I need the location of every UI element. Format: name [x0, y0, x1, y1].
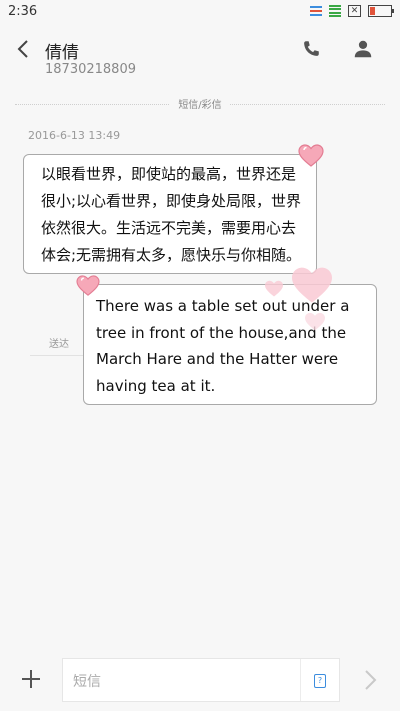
- contact-number: 18730218809: [45, 62, 136, 77]
- message-line: March Hare and the Hatter were: [96, 350, 339, 368]
- input-separator: [300, 659, 301, 701]
- no-sim-icon: ✕: [348, 5, 361, 17]
- notification-list-icon: [310, 6, 322, 16]
- incoming-message-bubble[interactable]: 以眼看世界，即使站的最高，世界还是 很小;以心看世界，即使身处局限，世界 依然很…: [23, 154, 317, 274]
- app-notification-icon: [329, 5, 341, 17]
- composer-bar: 短信 ?: [0, 655, 400, 711]
- message-timestamp: 2016-6-13 13:49: [28, 129, 121, 142]
- message-line: 以眼看世界，即使站的最高，世界还是: [41, 165, 297, 183]
- conversation-header: 倩倩 18730218809: [0, 24, 400, 88]
- back-arrow-icon[interactable]: [14, 38, 36, 60]
- send-icon[interactable]: [363, 669, 379, 691]
- phone-icon[interactable]: [300, 38, 322, 60]
- message-type-label: 短信/彩信: [0, 96, 400, 111]
- battery-level: [370, 7, 375, 15]
- heart-sticker-icon: [265, 280, 283, 297]
- status-bar: 2:36 ✕: [0, 0, 400, 24]
- message-type-text: 短信/彩信: [170, 100, 230, 111]
- message-line: 体会;无需拥有太多，愿快乐与你相随。: [41, 246, 302, 264]
- delivery-status: 送达: [49, 339, 69, 350]
- battery-icon: [368, 5, 394, 17]
- status-icons: ✕: [310, 5, 394, 17]
- contact-name: 倩倩: [45, 43, 79, 63]
- sim-card-icon[interactable]: ?: [314, 674, 326, 688]
- person-icon[interactable]: [352, 38, 374, 60]
- heart-sticker-icon: [305, 312, 325, 331]
- status-time: 2:36: [8, 4, 38, 19]
- message-line: 依然很大。生活远不完美，需要用心去: [41, 219, 297, 237]
- message-line: 很小;以心看世界，即使身处局限，世界: [41, 192, 302, 210]
- message-input-placeholder: 短信: [73, 674, 101, 690]
- plus-icon[interactable]: [19, 667, 43, 691]
- heart-sticker-icon: [298, 144, 324, 167]
- heart-sticker-icon: [292, 267, 332, 303]
- heart-sticker-icon: [76, 275, 100, 296]
- message-input[interactable]: 短信 ?: [62, 658, 340, 702]
- message-line: having tea at it.: [96, 376, 216, 395]
